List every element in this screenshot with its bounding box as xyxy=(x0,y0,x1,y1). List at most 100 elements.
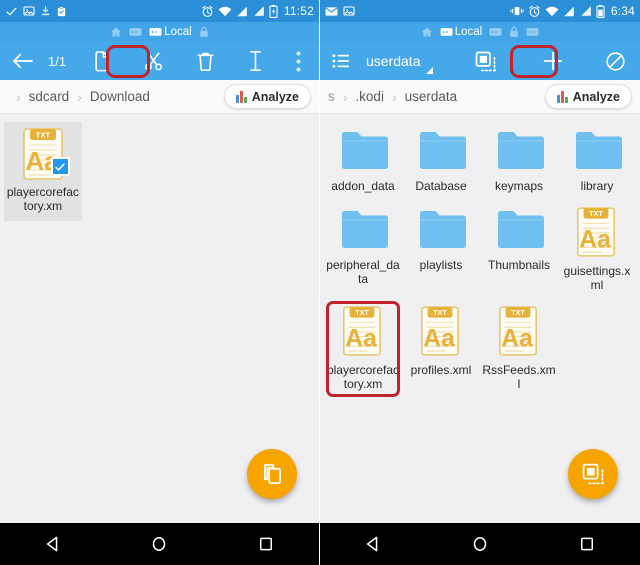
file-grid: TXT Aa playercorefactory.xm xyxy=(0,114,319,221)
file-item-playercorefactory[interactable]: TXT Aa playercorefactory.xm xyxy=(4,122,82,221)
file-item-keymaps[interactable]: keymaps xyxy=(480,122,558,201)
file-item-profiles-xml[interactable]: TXT Aa profiles.xml xyxy=(402,300,480,399)
tab-monitor[interactable] xyxy=(129,27,142,38)
bar-chart-icon xyxy=(557,90,568,103)
check-icon xyxy=(55,162,66,171)
copy-icon xyxy=(95,50,109,71)
home-circle-icon xyxy=(153,537,166,551)
bar-chart-icon xyxy=(236,90,247,103)
text-cursor-icon xyxy=(250,51,262,71)
breadcrumb-item-download[interactable]: Download xyxy=(90,89,150,104)
file-name: peripheral_data xyxy=(326,258,400,286)
paste-fab-button[interactable] xyxy=(568,449,618,499)
nav-back-button[interactable] xyxy=(346,523,400,565)
file-item-playercorefactory-xm[interactable]: TXT Aa playercorefactory.xm xyxy=(324,300,402,399)
wifi-icon xyxy=(545,6,559,16)
tab-strip: Local xyxy=(0,22,319,42)
signal-roaming-icon: R xyxy=(254,6,264,16)
back-arrow-icon xyxy=(13,53,33,69)
file-icon-wrapper xyxy=(496,128,544,174)
sort-triangle-icon[interactable] xyxy=(426,67,434,74)
text-file-icon: TXT Aa xyxy=(343,306,381,356)
tab-local-label: Local xyxy=(164,26,192,38)
file-item-rssfeeds-xml[interactable]: TXT Aa RssFeeds.xml xyxy=(480,300,558,399)
svg-text:Aa: Aa xyxy=(345,324,377,352)
rename-button[interactable] xyxy=(241,50,271,72)
image-icon xyxy=(343,6,355,16)
folder-icon xyxy=(420,211,466,248)
file-icon-wrapper: TXT Aa xyxy=(418,306,464,358)
right-phone-screen: R 6:34 Local userdata s › .kodi › userda… xyxy=(320,0,640,565)
recents-square-icon xyxy=(259,537,272,551)
tab-home[interactable] xyxy=(110,26,122,38)
file-name: profiles.xml xyxy=(410,363,472,377)
menu-button[interactable] xyxy=(332,53,350,69)
breadcrumb-chevron: › xyxy=(391,88,397,105)
recents-square-icon xyxy=(580,537,593,551)
tab-lock[interactable] xyxy=(199,26,209,38)
nav-recents-button[interactable] xyxy=(560,523,614,565)
breadcrumb-item-userdata[interactable]: userdata xyxy=(405,89,458,104)
copy-button[interactable] xyxy=(84,50,118,72)
trash-icon xyxy=(197,52,214,71)
selected-checkbox[interactable] xyxy=(50,157,70,176)
add-button[interactable] xyxy=(538,50,568,72)
android-nav-bar xyxy=(320,523,640,565)
file-item-library[interactable]: library xyxy=(558,122,636,201)
file-item-thumbnails[interactable]: Thumbnails xyxy=(480,201,558,300)
paste-button[interactable] xyxy=(468,51,504,72)
breadcrumb-item-kodi[interactable]: .kodi xyxy=(355,89,384,104)
delete-button[interactable] xyxy=(189,51,223,72)
back-button[interactable] xyxy=(12,52,34,70)
nav-home-button[interactable] xyxy=(453,523,507,565)
analyze-button[interactable]: Analyze xyxy=(545,84,632,109)
file-item-peripheral-data[interactable]: peripheral_data xyxy=(324,201,402,300)
cut-button[interactable] xyxy=(136,51,170,72)
file-item-addon-data[interactable]: addon_data xyxy=(324,122,402,201)
tab-lock[interactable] xyxy=(509,26,519,38)
status-bar: R 6:34 xyxy=(320,0,640,22)
check-icon xyxy=(6,7,17,15)
list-icon xyxy=(332,54,349,68)
status-bar-clock: 11:52 xyxy=(283,4,314,18)
svg-text:TXT: TXT xyxy=(511,309,525,317)
svg-text:R: R xyxy=(584,6,587,11)
file-name: keymaps xyxy=(494,179,544,193)
breadcrumb-item-truncated[interactable]: s xyxy=(328,89,335,104)
tab-local[interactable]: Local xyxy=(149,26,192,38)
file-name: playercorefactory.xm xyxy=(326,363,400,391)
tab-monitor[interactable] xyxy=(489,27,502,38)
copy-fab-button[interactable] xyxy=(247,449,297,499)
status-bar-right-icons: R 11:52 xyxy=(201,4,314,18)
mail-icon xyxy=(325,6,338,16)
status-bar-left-icons xyxy=(325,5,355,17)
file-item-playlists[interactable]: playlists xyxy=(402,201,480,300)
overflow-menu-button[interactable] xyxy=(289,51,307,72)
nav-home-button[interactable] xyxy=(132,523,186,565)
svg-text:TXT: TXT xyxy=(355,309,369,317)
nav-recents-button[interactable] xyxy=(239,523,293,565)
paste-icon xyxy=(582,463,604,485)
tab-local[interactable]: Local xyxy=(440,26,482,38)
file-item-guisettings-xml[interactable]: TXT Aa guisettings.xml xyxy=(558,201,636,300)
tab-monitor-2[interactable] xyxy=(526,27,539,38)
nav-back-button[interactable] xyxy=(26,523,80,565)
lock-icon xyxy=(510,26,519,37)
file-icon-wrapper xyxy=(418,128,466,174)
status-bar-clock: 6:34 xyxy=(610,4,635,18)
file-icon-wrapper: TXT Aa xyxy=(496,306,542,358)
home-circle-icon xyxy=(473,537,487,551)
back-triangle-icon xyxy=(367,536,378,552)
svg-text:Aa: Aa xyxy=(423,324,455,352)
back-triangle-icon xyxy=(47,536,58,552)
tab-home[interactable] xyxy=(421,26,433,38)
breadcrumb: › sdcard › Download Analyze xyxy=(0,80,319,114)
breadcrumb-item-sdcard[interactable]: sdcard xyxy=(29,89,70,104)
folder-icon xyxy=(498,132,544,169)
lock-icon xyxy=(199,26,208,37)
cancel-button[interactable] xyxy=(602,51,628,72)
battery-icon xyxy=(596,4,605,18)
monitor-icon xyxy=(440,27,453,36)
file-item-database[interactable]: Database xyxy=(402,122,480,201)
analyze-button[interactable]: Analyze xyxy=(224,84,311,109)
